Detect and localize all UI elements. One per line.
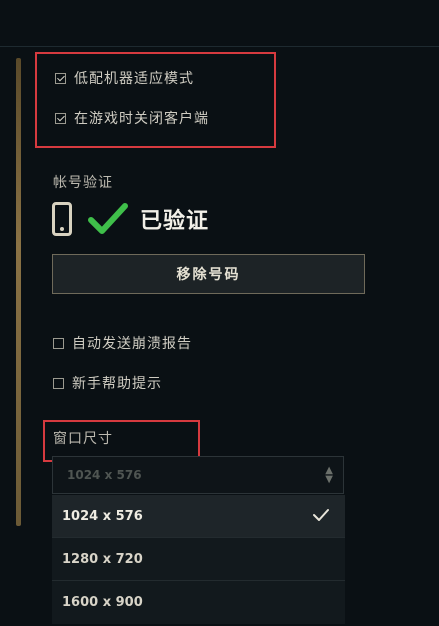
- window-size-option[interactable]: 1280 x 720: [52, 538, 345, 581]
- beginner-tips-checkbox[interactable]: [53, 377, 64, 389]
- window-size-title: 窗口尺寸: [53, 431, 113, 447]
- top-divider: [0, 46, 439, 47]
- auto-crash-report-checkbox[interactable]: [53, 337, 64, 349]
- close-client-option[interactable]: 在游戏时关闭客户端: [55, 108, 209, 128]
- low-spec-mode-checkbox[interactable]: [55, 72, 66, 84]
- account-verify-title: 帐号验证: [53, 175, 113, 191]
- close-client-label: 在游戏时关闭客户端: [74, 111, 209, 127]
- low-spec-mode-label: 低配机器适应模式: [74, 71, 194, 87]
- low-spec-mode-option[interactable]: 低配机器适应模式: [55, 68, 194, 88]
- window-size-option[interactable]: 1600 x 900: [52, 581, 345, 624]
- remove-number-button[interactable]: 移除号码: [52, 254, 365, 294]
- window-size-option-label: 1600 x 900: [62, 595, 143, 610]
- phone-icon: [52, 202, 72, 236]
- highlight-box-options: [35, 52, 276, 148]
- check-icon: [313, 509, 329, 521]
- window-size-select[interactable]: 1024 x 576 ▲ ▼: [52, 456, 344, 494]
- verified-text: 已验证: [140, 209, 210, 234]
- auto-crash-report-label: 自动发送崩溃报告: [72, 336, 192, 352]
- verified-status: 已验证: [52, 202, 209, 236]
- section-accent-bar: [16, 58, 21, 526]
- green-check-icon: [88, 203, 128, 234]
- window-size-dropdown: 1024 x 576 1280 x 720 1600 x 900: [52, 495, 345, 624]
- close-client-checkbox[interactable]: [55, 112, 66, 124]
- chevron-updown-icon: ▲ ▼: [325, 465, 333, 485]
- auto-crash-report-option[interactable]: 自动发送崩溃报告: [53, 333, 192, 353]
- window-size-option-label: 1280 x 720: [62, 551, 143, 567]
- beginner-tips-option[interactable]: 新手帮助提示: [53, 373, 162, 393]
- window-size-current: 1024 x 576: [67, 468, 142, 482]
- beginner-tips-label: 新手帮助提示: [72, 376, 162, 392]
- window-size-option[interactable]: 1024 x 576: [52, 495, 345, 538]
- window-size-option-label: 1024 x 576: [62, 508, 143, 524]
